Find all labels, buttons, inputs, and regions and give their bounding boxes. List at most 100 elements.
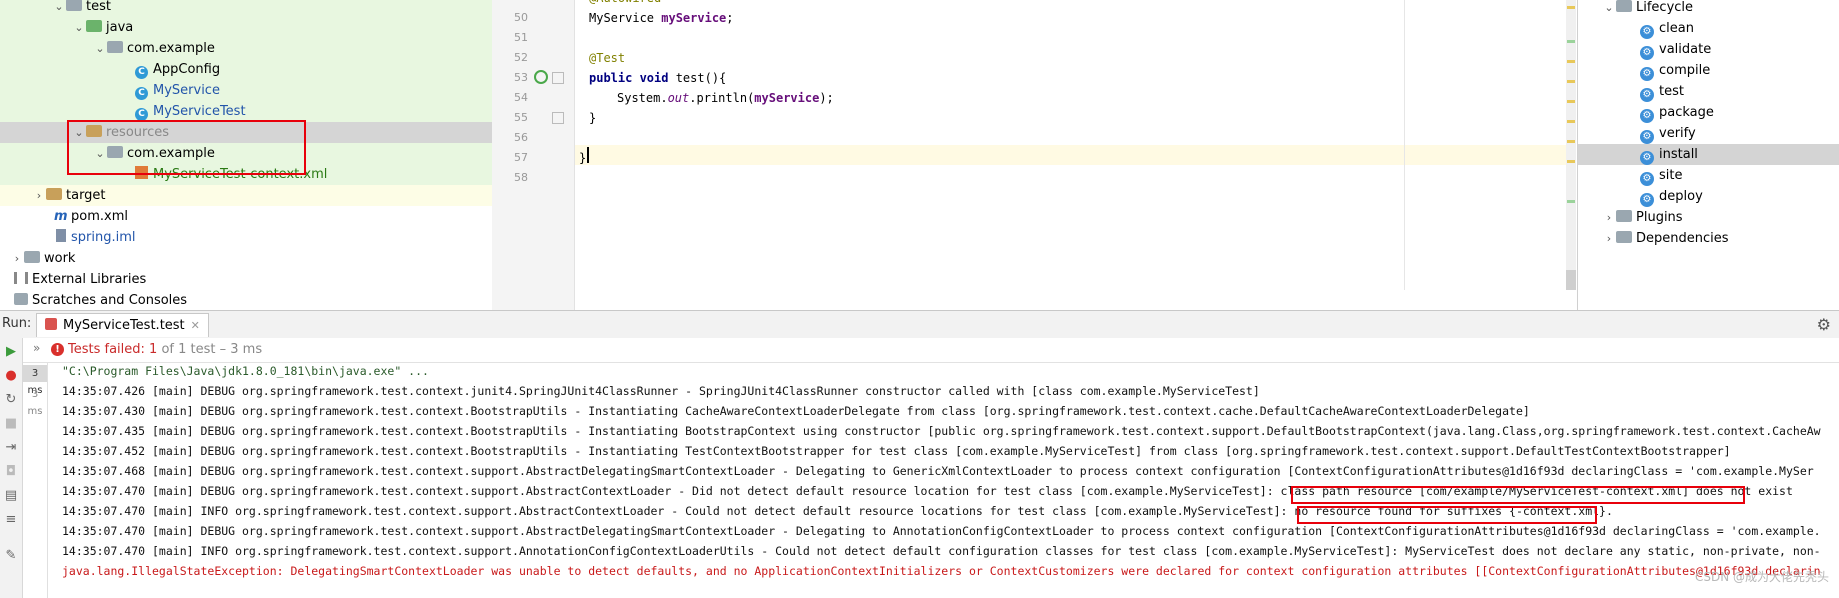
- stop-icon[interactable]: ■: [3, 416, 19, 432]
- scroll-marker: [1567, 200, 1575, 203]
- chevron-down-icon[interactable]: ⌄: [1602, 0, 1616, 18]
- line-number: 53: [514, 71, 528, 84]
- code-line-54: System.out.println(myService);: [617, 88, 834, 108]
- toggle-auto-test-icon[interactable]: ↻: [3, 392, 19, 408]
- maven-goal-deploy[interactable]: ⚙ deploy: [1578, 186, 1839, 207]
- console-line: 14:35:07.435 [main] DEBUG org.springfram…: [62, 424, 1821, 438]
- close-icon[interactable]: ✕: [191, 319, 200, 332]
- maven-goal-label: compile: [1659, 63, 1711, 78]
- gear-icon: ⚙: [1640, 151, 1654, 165]
- highlight-box: [67, 120, 306, 175]
- tree-item-test[interactable]: ⌄ test: [0, 0, 492, 17]
- test-config-icon: [45, 318, 57, 330]
- gear-icon: ⚙: [1640, 130, 1654, 144]
- line-number: 58: [514, 171, 528, 184]
- chevron-down-icon[interactable]: ⌄: [72, 17, 86, 38]
- chevron-right-icon[interactable]: ›: [1602, 207, 1616, 228]
- duration-child[interactable]: 3 ms: [23, 386, 47, 420]
- gear-icon: ⚙: [1640, 67, 1654, 81]
- console-line: 14:35:07.470 [main] INFO org.springframe…: [62, 544, 1821, 558]
- maven-dependencies[interactable]: › Dependencies: [1578, 228, 1839, 249]
- list-icon[interactable]: ≡: [3, 512, 19, 528]
- fold-icon[interactable]: [552, 112, 564, 124]
- tree-item-target[interactable]: › target: [0, 185, 492, 206]
- maven-plugins[interactable]: › Plugins: [1578, 207, 1839, 228]
- maven-goal-clean[interactable]: ⚙ clean: [1578, 18, 1839, 39]
- run-tab-label: MyServiceTest.test: [63, 318, 185, 333]
- maven-goal-test[interactable]: ⚙ test: [1578, 81, 1839, 102]
- code-editor[interactable]: @Autowired MyService myService; @Test pu…: [575, 0, 1566, 310]
- import-tests-icon[interactable]: ⇥: [3, 440, 19, 456]
- console-line: 14:35:07.452 [main] DEBUG org.springfram…: [62, 444, 1731, 458]
- maven-goal-label: test: [1659, 84, 1684, 99]
- layout-icon[interactable]: ▤: [3, 488, 19, 504]
- code-field: myService: [754, 91, 820, 105]
- folder-icon: [46, 188, 62, 200]
- highlight-box: [1297, 506, 1597, 524]
- maven-goal-validate[interactable]: ⚙ validate: [1578, 39, 1839, 60]
- pin-icon[interactable]: ✎: [3, 548, 19, 564]
- fold-icon[interactable]: [552, 72, 564, 84]
- scratches-icon: [14, 293, 28, 305]
- tree-item-package[interactable]: ⌄ com.example: [0, 38, 492, 59]
- tree-item-iml[interactable]: spring.iml: [0, 227, 492, 248]
- run-label: Run:: [2, 316, 32, 331]
- scroll-marker: [1567, 60, 1575, 63]
- text-caret: [587, 147, 589, 163]
- tree-item-work[interactable]: › work: [0, 248, 492, 269]
- package-icon: [107, 41, 123, 53]
- gear-icon: ⚙: [1640, 172, 1654, 186]
- tree-item-java[interactable]: ⌄ java: [0, 17, 492, 38]
- chevron-right-icon[interactable]: ›: [32, 185, 46, 206]
- camera-icon[interactable]: ◘: [3, 464, 19, 480]
- duration-root[interactable]: 3 ms: [23, 365, 47, 396]
- scroll-thumb[interactable]: [1566, 270, 1576, 290]
- tree-item-label: spring.iml: [71, 230, 136, 245]
- scroll-marker: [1567, 160, 1575, 163]
- scroll-marker: [1567, 6, 1575, 9]
- editor-scrollbar[interactable]: [1566, 0, 1576, 290]
- test-status-bar: » ! Tests failed: 1 of 1 test – 3 ms: [23, 338, 1839, 363]
- plugins-folder-icon: [1616, 210, 1632, 222]
- maven-goal-compile[interactable]: ⚙ compile: [1578, 60, 1839, 81]
- class-icon: C: [135, 87, 148, 100]
- dependencies-folder-icon: [1616, 231, 1632, 243]
- chevron-right-icon[interactable]: ›: [1602, 228, 1616, 249]
- run-test-icon[interactable]: [534, 70, 548, 84]
- chevron-right-icon[interactable]: ›: [10, 248, 24, 269]
- tree-item-scratches[interactable]: Scratches and Consoles: [0, 290, 492, 310]
- chevron-down-icon[interactable]: ⌄: [52, 0, 66, 17]
- class-icon: C: [135, 66, 148, 79]
- run-toolbar: ▶ ● ↻ ■ ⇥ ◘ ▤ ≡ ✎: [0, 338, 23, 598]
- rerun-icon[interactable]: ▶: [3, 344, 19, 360]
- maven-lifecycle[interactable]: ⌄ Lifecycle: [1578, 0, 1839, 18]
- run-tab[interactable]: MyServiceTest.test ✕: [36, 313, 209, 337]
- maven-goal-package[interactable]: ⚙ package: [1578, 102, 1839, 123]
- expand-chevron-icon[interactable]: »: [33, 341, 40, 355]
- console-line: 14:35:07.470 [main] DEBUG org.springfram…: [62, 524, 1821, 538]
- code-line-53: public void test(){: [589, 68, 726, 88]
- project-tree: ⌄ test ⌄ java ⌄ com.example C AppConfig C MyS…: [0, 0, 493, 310]
- tree-item-appconfig[interactable]: C AppConfig: [0, 59, 492, 80]
- code-line-55: }: [589, 111, 597, 125]
- tree-item-external-libraries[interactable]: External Libraries: [0, 269, 492, 290]
- tree-item-myservicetest[interactable]: C MyServiceTest: [0, 101, 492, 122]
- tree-item-pom[interactable]: m pom.xml: [0, 206, 492, 227]
- gear-icon[interactable]: ⚙: [1817, 315, 1831, 334]
- tree-item-label: pom.xml: [71, 209, 128, 224]
- tree-item-myservice[interactable]: C MyService: [0, 80, 492, 101]
- editor-gutter: 50 51 52 53 54 55 56 57 58: [492, 0, 575, 310]
- rerun-failed-icon[interactable]: ●: [3, 368, 19, 384]
- tree-item-label: java: [106, 20, 134, 35]
- chevron-down-icon[interactable]: ⌄: [93, 38, 107, 59]
- maven-goal-site[interactable]: ⚙ site: [1578, 165, 1839, 186]
- maven-goal-label: deploy: [1659, 189, 1703, 204]
- maven-goal-verify[interactable]: ⚙ verify: [1578, 123, 1839, 144]
- source-folder-icon: [86, 20, 102, 32]
- line-number: 57: [514, 151, 528, 164]
- right-margin-guide: [1404, 0, 1405, 290]
- error-icon: !: [51, 343, 64, 356]
- console-output[interactable]: "C:\Program Files\Java\jdk1.8.0_181\bin\…: [48, 363, 1839, 598]
- folder-icon: [66, 0, 82, 11]
- maven-goal-install[interactable]: ⚙ install: [1578, 144, 1839, 165]
